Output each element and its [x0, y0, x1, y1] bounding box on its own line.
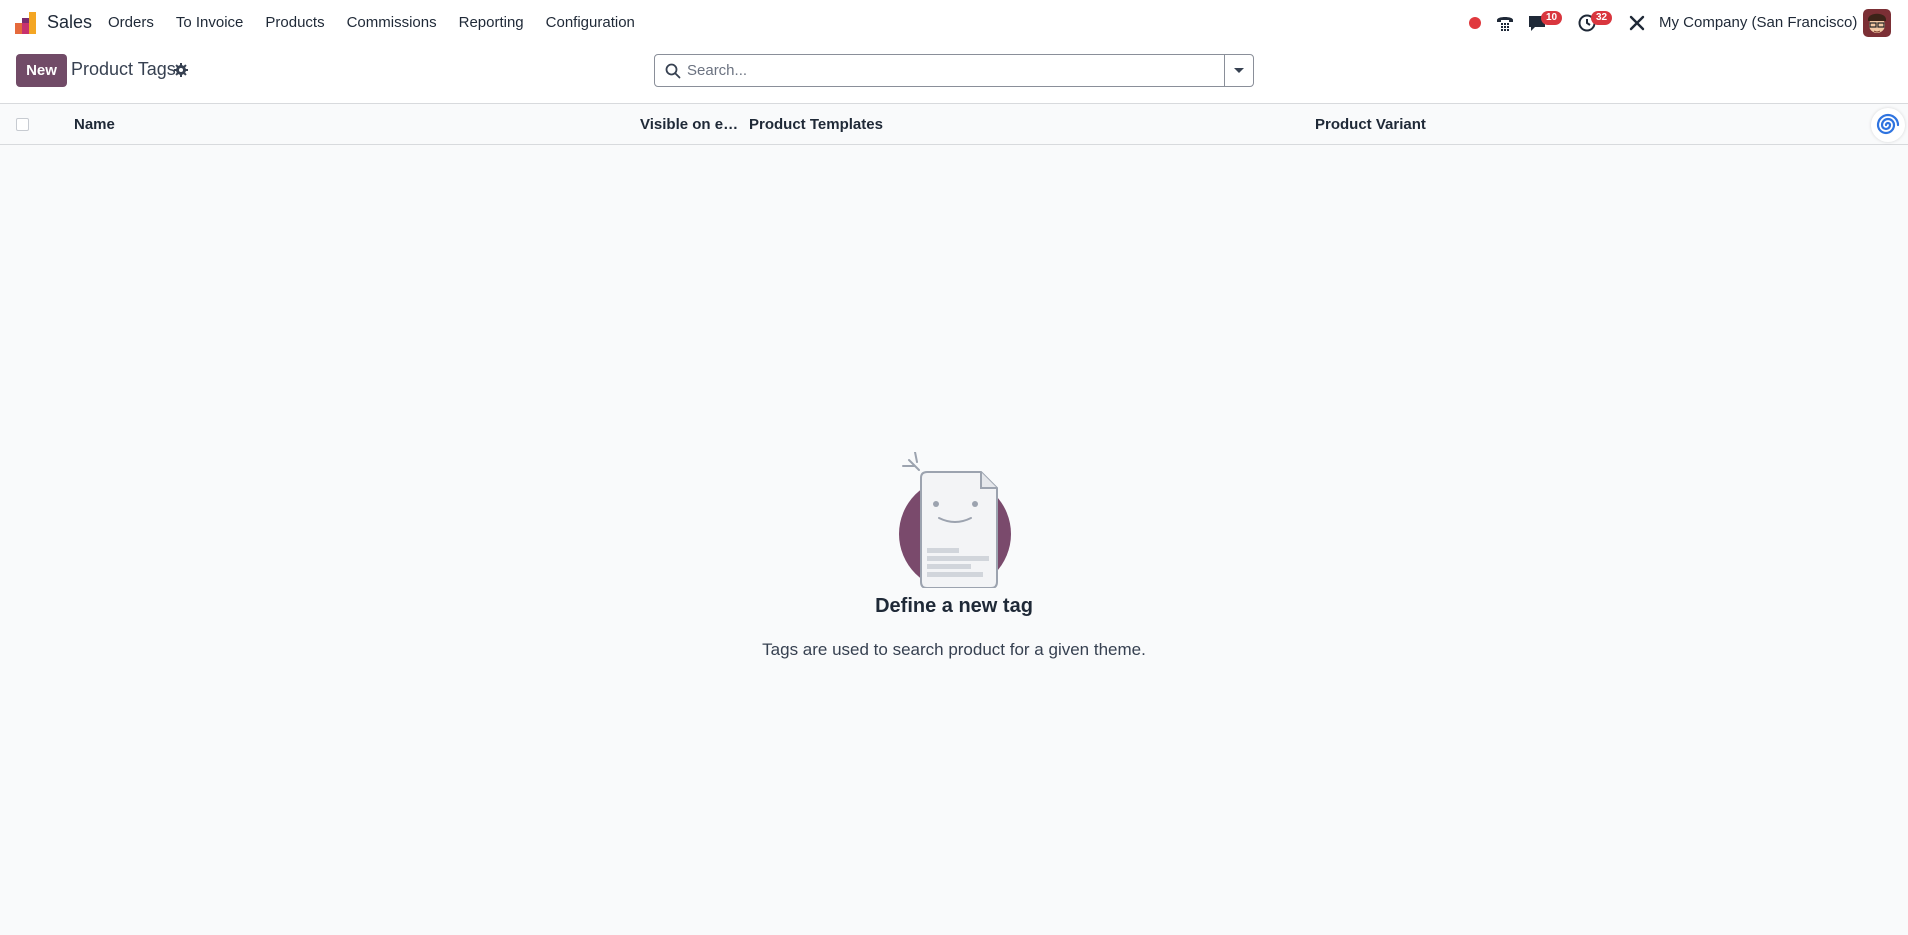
menu-reporting[interactable]: Reporting [459, 14, 524, 31]
page-title: Product Tags [71, 59, 176, 79]
select-all-checkbox[interactable] [16, 118, 29, 131]
top-navbar: Sales Orders To Invoice Products Commiss… [0, 0, 1908, 46]
list-header: Name Visible on eC... Product Templates … [0, 104, 1908, 145]
company-switcher[interactable]: My Company (San Francisco) [1659, 14, 1857, 31]
menu-configuration[interactable]: Configuration [546, 14, 635, 31]
column-visible-on-ecommerce[interactable]: Visible on eC... [640, 116, 740, 133]
messages-badge: 10 [1541, 11, 1563, 25]
menu-commissions[interactable]: Commissions [347, 14, 437, 31]
empty-document-illustration [899, 452, 1011, 588]
menu-orders[interactable]: Orders [108, 14, 154, 31]
spiral-icon [1876, 113, 1900, 135]
activities-badge: 32 [1591, 11, 1613, 25]
column-name[interactable]: Name [74, 116, 115, 133]
new-button[interactable]: New [16, 54, 67, 87]
empty-state-title: Define a new tag [875, 595, 1033, 617]
assistant-button[interactable] [1871, 108, 1905, 142]
search-icon [665, 63, 681, 79]
gear-icon[interactable] [173, 62, 189, 78]
tools-icon[interactable] [1626, 12, 1648, 34]
search-bar [654, 54, 1254, 87]
recording-indicator-icon[interactable] [1469, 17, 1481, 29]
search-options-toggle[interactable] [1224, 55, 1253, 86]
column-product-variant[interactable]: Product Variant [1315, 116, 1426, 133]
control-panel: New Product Tags [0, 46, 1908, 104]
menu-to-invoice[interactable]: To Invoice [176, 14, 244, 31]
menu-products[interactable]: Products [265, 14, 324, 31]
sales-app-icon[interactable] [14, 11, 38, 35]
column-product-templates[interactable]: Product Templates [749, 116, 883, 133]
user-avatar[interactable] [1863, 9, 1891, 37]
search-input[interactable] [687, 57, 1217, 84]
empty-state-description: Tags are used to search product for a gi… [762, 640, 1146, 659]
phone-icon[interactable] [1494, 12, 1516, 34]
app-name[interactable]: Sales [47, 12, 92, 33]
main-menu: Orders To Invoice Products Commissions R… [108, 14, 657, 31]
